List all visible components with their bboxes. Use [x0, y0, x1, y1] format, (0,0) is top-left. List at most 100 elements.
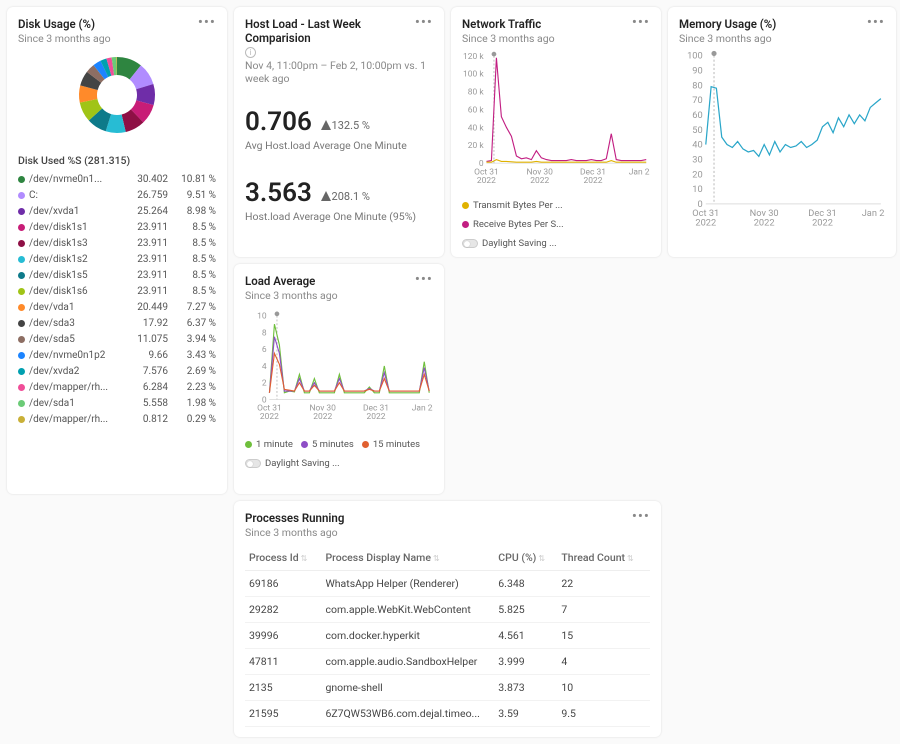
card-menu-icon[interactable]: •••	[632, 17, 650, 27]
svg-text:100 k: 100 k	[463, 70, 484, 80]
card-menu-icon[interactable]: •••	[198, 17, 216, 27]
disk-legend-item[interactable]: /dev/sda511.0753.94 %	[18, 331, 216, 347]
table-row[interactable]: 47811com.apple.audio.SandboxHelper3.9994	[245, 649, 650, 675]
card-title: Memory Usage (%)	[679, 17, 776, 31]
network-legend: Transmit Bytes Per ... Receive Bytes Per…	[462, 200, 650, 249]
svg-text:2022: 2022	[477, 176, 496, 186]
metric-value-1: 0.706	[245, 107, 312, 137]
table-row[interactable]: 39996com.docker.hyperkit4.56115	[245, 623, 650, 649]
memory-chart[interactable]: 0102030405060708090100Oct 312022Nov 3020…	[679, 45, 885, 235]
disk-legend-item[interactable]: /dev/xvda125.2648.98 %	[18, 203, 216, 219]
disk-legend-item[interactable]: /dev/disk1s223.9118.5 %	[18, 251, 216, 267]
svg-text:2: 2	[262, 379, 267, 389]
card-host-load: Host Load - Last Week Comparision i ••• …	[234, 7, 444, 257]
svg-text:6: 6	[262, 345, 267, 355]
card-subtitle: Since 3 months ago	[679, 32, 776, 45]
card-menu-icon[interactable]: •••	[867, 17, 885, 27]
svg-text:120 k: 120 k	[463, 52, 484, 62]
loadavg-chart[interactable]: 0246810Oct 312022Nov 302022Dec 312022Jan…	[245, 302, 433, 432]
card-disk-usage: Disk Usage (%) Since 3 months ago ••• Di…	[7, 7, 227, 494]
svg-text:2022: 2022	[583, 176, 602, 186]
disk-legend-item[interactable]: /dev/vda120.4497.27 %	[18, 299, 216, 315]
metric-label-1: Avg Host.load Average One Minute	[245, 139, 433, 152]
metric-label-2: Host.load Average One Minute (95%)	[245, 210, 433, 223]
disk-legend-item[interactable]: /dev/nvme0n1p29.663.43 %	[18, 347, 216, 363]
disk-legend-item[interactable]: C:26.7599.51 %	[18, 187, 216, 203]
disk-legend-item[interactable]: /dev/sda317.926.37 %	[18, 315, 216, 331]
svg-text:70: 70	[692, 95, 702, 106]
svg-text:2022: 2022	[366, 412, 385, 422]
metric-delta-1: 132.5 %	[321, 119, 370, 132]
card-subtitle: Since 3 months ago	[245, 526, 344, 539]
disk-legend-item[interactable]: /dev/disk1s523.9118.5 %	[18, 267, 216, 283]
disk-legend-item[interactable]: /dev/mapper/rh...0.8120.29 %	[18, 411, 216, 427]
card-subtitle: Since 3 months ago	[18, 32, 111, 45]
svg-text:60 k: 60 k	[468, 105, 485, 115]
card-menu-icon[interactable]: •••	[415, 17, 433, 27]
card-menu-icon[interactable]: •••	[632, 511, 650, 521]
svg-text:60: 60	[692, 110, 702, 121]
svg-text:30: 30	[692, 154, 702, 165]
disk-legend-item[interactable]: /dev/xvda27.5762.69 %	[18, 363, 216, 379]
metric-value-2: 3.563	[245, 178, 312, 208]
disk-legend-item[interactable]: /dev/disk1s123.9118.5 %	[18, 219, 216, 235]
card-processes: Processes Running Since 3 months ago •••…	[234, 501, 661, 737]
svg-text:80 k: 80 k	[468, 88, 485, 98]
card-network-traffic: Network Traffic Since 3 months ago ••• 0…	[451, 7, 661, 257]
col-name[interactable]: Process Display Name⇅	[321, 545, 494, 571]
card-memory-usage: Memory Usage (%) Since 3 months ago ••• …	[668, 7, 896, 257]
disk-legend-item[interactable]: /dev/nvme0n1...30.40210.81 %	[18, 171, 216, 187]
svg-text:Jan 2023: Jan 2023	[862, 208, 885, 219]
svg-text:80: 80	[692, 80, 702, 91]
disk-legend-item[interactable]: /dev/disk1s623.9118.5 %	[18, 283, 216, 299]
card-title: Processes Running	[245, 511, 344, 525]
processes-table: Process Id⇅ Process Display Name⇅ CPU (%…	[245, 545, 650, 727]
metric-delta-2: 208.1 %	[321, 190, 370, 203]
svg-text:10: 10	[692, 184, 702, 195]
svg-text:2022: 2022	[530, 176, 549, 186]
table-row[interactable]: 69186WhatsApp Helper (Renderer)6.34822	[245, 571, 650, 597]
table-row[interactable]: 2135gnome-shell3.87310	[245, 675, 650, 701]
network-chart[interactable]: 020 k40 k60 k80 k100 k120 kOct 312022Nov…	[462, 45, 650, 193]
disk-legend-item[interactable]: /dev/disk1s323.9118.5 %	[18, 235, 216, 251]
card-subtitle: Since 3 months ago	[245, 289, 338, 302]
arrow-up-icon	[321, 120, 331, 130]
disk-legend-list: /dev/nvme0n1...30.40210.81 %C:26.7599.51…	[18, 171, 216, 427]
svg-text:2022: 2022	[695, 217, 716, 228]
loadavg-legend: 1 minute 5 minutes 15 minutes Daylight S…	[245, 439, 433, 469]
svg-text:8: 8	[262, 328, 267, 338]
svg-text:90: 90	[692, 65, 702, 76]
card-load-average: Load Average Since 3 months ago ••• 0246…	[234, 264, 444, 494]
dst-toggle[interactable]	[462, 239, 478, 248]
table-row[interactable]: 215956Z7QW53WB6.com.dejal.timeo...3.599.…	[245, 701, 650, 727]
col-thr[interactable]: Thread Count⇅	[557, 545, 650, 571]
svg-text:4: 4	[262, 362, 267, 372]
disk-donut-chart[interactable]	[67, 45, 167, 145]
info-icon[interactable]: i	[245, 47, 256, 58]
dst-toggle[interactable]	[245, 459, 261, 468]
card-title: Network Traffic	[462, 17, 555, 31]
svg-text:40 k: 40 k	[468, 123, 485, 133]
card-menu-icon[interactable]: •••	[415, 274, 433, 284]
svg-text:2022: 2022	[260, 412, 279, 422]
svg-text:2022: 2022	[812, 217, 833, 228]
card-title: Load Average	[245, 274, 338, 288]
card-subtitle: Nov 4, 11:00pm – Feb 2, 10:00pm vs. 1 we…	[245, 59, 433, 85]
svg-text:20: 20	[692, 169, 702, 180]
svg-text:40: 40	[692, 140, 702, 151]
svg-text:2022: 2022	[313, 412, 332, 422]
svg-text:2022: 2022	[754, 217, 775, 228]
svg-text:20 k: 20 k	[468, 141, 485, 151]
disk-series-label: Disk Used %S (281.315)	[18, 154, 216, 167]
card-title: Disk Usage (%)	[18, 17, 111, 31]
disk-legend-item[interactable]: /dev/mapper/rh...6.2842.23 %	[18, 379, 216, 395]
card-subtitle: Since 3 months ago	[462, 32, 555, 45]
svg-text:Jan 2023: Jan 2023	[629, 167, 650, 177]
col-cpu[interactable]: CPU (%)⇅	[494, 545, 557, 571]
col-pid[interactable]: Process Id⇅	[245, 545, 321, 571]
svg-text:100: 100	[687, 51, 703, 62]
table-row[interactable]: 29282com.apple.WebKit.WebContent5.8257	[245, 597, 650, 623]
disk-legend-item[interactable]: /dev/sda15.5581.98 %	[18, 395, 216, 411]
svg-text:Jan 2023: Jan 2023	[412, 404, 433, 414]
svg-text:10: 10	[257, 312, 267, 322]
